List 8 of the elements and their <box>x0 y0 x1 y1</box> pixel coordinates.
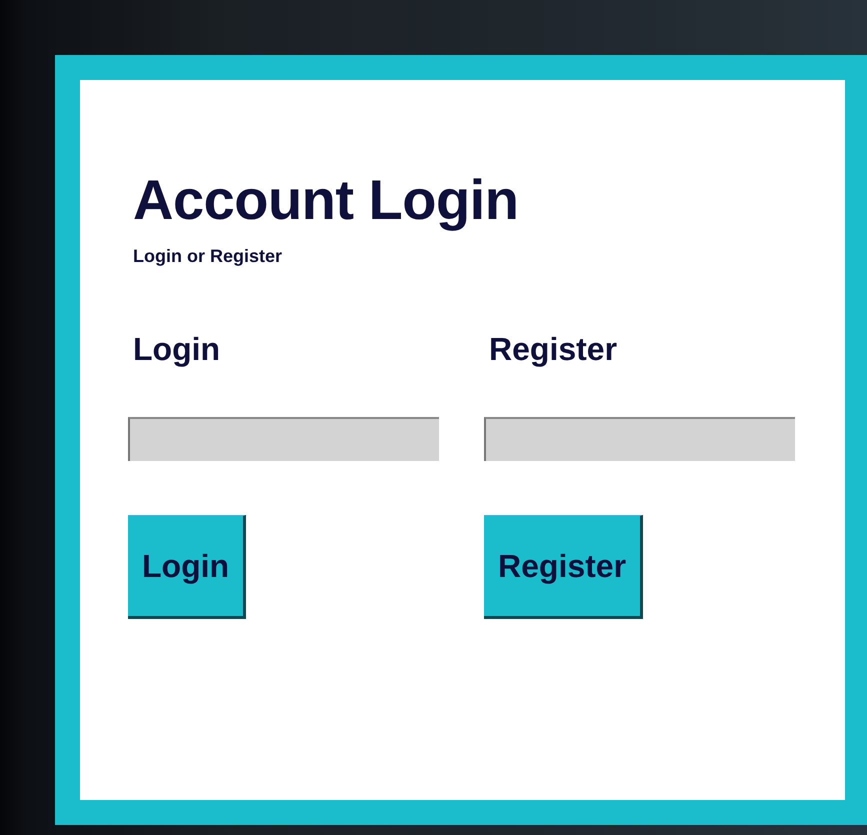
input-field[interactable] <box>484 417 795 461</box>
subtitle: Login or Register <box>133 246 284 267</box>
section-heading: Register <box>489 331 618 369</box>
submit-button[interactable]: Login <box>128 515 246 619</box>
submit-button[interactable]: Register <box>484 515 644 619</box>
section-heading: Login <box>133 331 220 369</box>
page-title: Account Login <box>133 168 520 232</box>
input-field[interactable] <box>128 417 439 461</box>
